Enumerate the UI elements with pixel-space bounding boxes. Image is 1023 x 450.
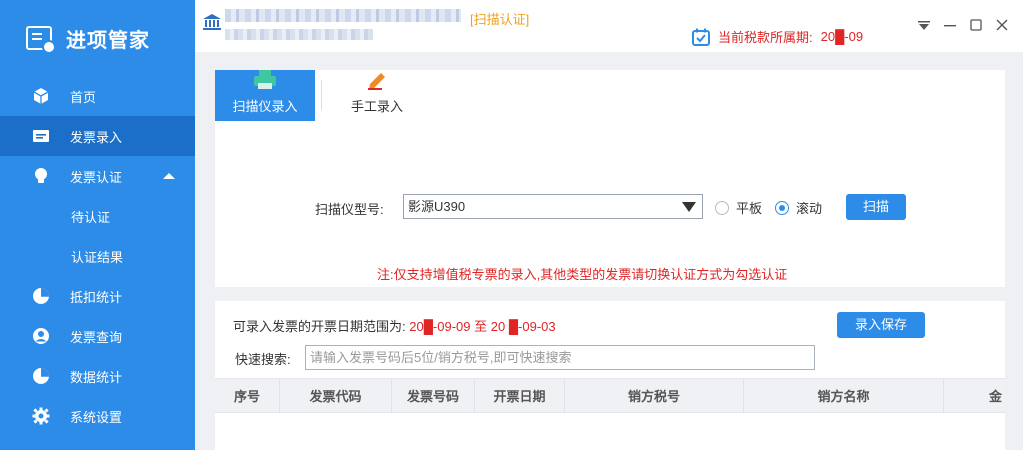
radio-button bbox=[775, 200, 789, 215]
sidebar-item-label: 系统设置 bbox=[70, 409, 123, 425]
scan-panel: 扫描仪录入 手工录入 扫描仪型号: 影源U390 平板 滚动 扫描 注:仅支持增… bbox=[215, 70, 1005, 287]
tab-scanner-entry[interactable]: 扫描仪录入 bbox=[215, 70, 315, 121]
column-header[interactable]: 开票日期 bbox=[475, 379, 565, 412]
quick-search-input[interactable] bbox=[305, 345, 815, 370]
radio-label: 滚动 bbox=[796, 201, 823, 216]
entry-panel: 可录入发票的开票日期范围为: 20█-09-09 至 20 █-09-03 录入… bbox=[215, 301, 1005, 450]
minimize-icon[interactable] bbox=[943, 18, 957, 34]
date-range-label: 可录入发票的开票日期范围为: bbox=[233, 319, 406, 334]
dropdown-arrow-icon bbox=[682, 202, 696, 212]
tax-period-value: 20█-09 bbox=[820, 29, 864, 44]
radio-flatbed[interactable]: 平板 bbox=[715, 198, 762, 217]
scanner-model-value: 影源U390 bbox=[408, 199, 466, 214]
column-header[interactable]: 金 bbox=[944, 379, 1005, 412]
tax-period: 当前税款所属期: 20█-09 bbox=[692, 27, 863, 46]
scan-note: 注:仅支持增值税专票的录入,其他类型的发票请切换认证方式为勾选认证 bbox=[377, 267, 788, 282]
tax-period-label: 当前税款所属期: bbox=[718, 30, 813, 45]
sidebar-item-label: 抵扣统计 bbox=[70, 289, 123, 305]
sidebar-item-home[interactable]: 首页 bbox=[0, 76, 195, 116]
sidebar-item-label: 首页 bbox=[70, 89, 97, 105]
sidebar-item-invoice-entry[interactable]: 发票录入 bbox=[0, 116, 195, 156]
sidebar-item-label: 发票录入 bbox=[70, 129, 123, 145]
date-range-end: 20 █-09-03 bbox=[490, 319, 556, 334]
tab-divider bbox=[321, 80, 322, 110]
invoice-icon bbox=[32, 127, 50, 145]
gear-icon bbox=[32, 407, 50, 425]
lightbulb-icon bbox=[32, 167, 50, 185]
sidebar-item-label: 发票认证 bbox=[70, 169, 123, 185]
bank-icon bbox=[203, 14, 221, 33]
date-range-to: 至 bbox=[474, 319, 488, 334]
tab-label: 手工录入 bbox=[350, 99, 403, 114]
pencil-icon bbox=[366, 70, 388, 93]
column-header[interactable]: 序号 bbox=[215, 379, 280, 412]
sidebar-item-label: 发票查询 bbox=[70, 329, 123, 345]
company-tax-id-redacted bbox=[225, 29, 373, 40]
scanner-icon bbox=[253, 70, 277, 93]
company-name-redacted bbox=[225, 9, 461, 22]
sidebar-item-label: 数据统计 bbox=[70, 369, 123, 385]
sidebar-item-invoice-auth[interactable]: 发票认证 bbox=[0, 156, 195, 196]
column-header[interactable]: 销方名称 bbox=[744, 379, 944, 412]
window-controls bbox=[917, 18, 1009, 34]
brand: 进项管家 bbox=[0, 0, 195, 76]
invoice-table-header: 序号 发票代码 发票号码 开票日期 销方税号 销方名称 金 bbox=[215, 378, 1005, 413]
tab-label: 扫描仪录入 bbox=[232, 99, 298, 114]
user-circle-icon bbox=[32, 327, 50, 345]
sidebar-subitem-results[interactable]: 认证结果 bbox=[0, 236, 195, 276]
sidebar-subitem-pending[interactable]: 待认证 bbox=[0, 196, 195, 236]
sidebar-item-deduction-stats[interactable]: 抵扣统计 bbox=[0, 276, 195, 316]
column-header[interactable]: 发票代码 bbox=[280, 379, 392, 412]
date-range-start: 20█-09-09 bbox=[409, 319, 471, 334]
save-entry-button[interactable]: 录入保存 bbox=[837, 312, 925, 338]
sidebar: 进项管家 首页 发票录入 发票认证 待认证 认证结果 抵扣统计 发票查询 数据统… bbox=[0, 0, 195, 450]
column-header[interactable]: 销方税号 bbox=[565, 379, 744, 412]
date-range: 可录入发票的开票日期范围为: 20█-09-09 至 20 █-09-03 bbox=[233, 316, 556, 335]
app-logo-icon bbox=[26, 26, 56, 54]
maximize-icon[interactable] bbox=[969, 18, 983, 34]
sidebar-item-settings[interactable]: 系统设置 bbox=[0, 396, 195, 436]
radio-rolling[interactable]: 滚动 bbox=[775, 198, 822, 217]
scanner-settings-row: 扫描仪型号: 影源U390 平板 滚动 扫描 bbox=[215, 194, 1005, 220]
pie-chart-icon bbox=[32, 287, 50, 305]
sidebar-item-invoice-query[interactable]: 发票查询 bbox=[0, 316, 195, 356]
tab-manual-entry[interactable]: 手工录入 bbox=[327, 70, 427, 121]
calendar-check-icon bbox=[692, 28, 710, 46]
radio-label: 平板 bbox=[736, 201, 763, 216]
column-header[interactable]: 发票号码 bbox=[392, 379, 475, 412]
sidebar-item-data-stats[interactable]: 数据统计 bbox=[0, 356, 195, 396]
cube-icon bbox=[32, 87, 50, 105]
chevron-up-icon bbox=[163, 173, 175, 179]
scan-button[interactable]: 扫描 bbox=[846, 194, 906, 220]
close-icon[interactable] bbox=[995, 18, 1009, 34]
quick-search-label: 快速搜索: bbox=[235, 352, 291, 367]
scanner-model-select[interactable]: 影源U390 bbox=[403, 194, 703, 219]
radio-button bbox=[715, 200, 729, 215]
top-bar: [扫描认证] 当前税款所属期: 20█-09 bbox=[195, 0, 1023, 52]
scanner-model-label: 扫描仪型号: bbox=[315, 202, 384, 217]
pie-chart-icon bbox=[32, 367, 50, 385]
auth-mode-tag: [扫描认证] bbox=[470, 12, 530, 27]
pin-icon[interactable] bbox=[917, 18, 931, 34]
app-title: 进项管家 bbox=[66, 29, 150, 52]
